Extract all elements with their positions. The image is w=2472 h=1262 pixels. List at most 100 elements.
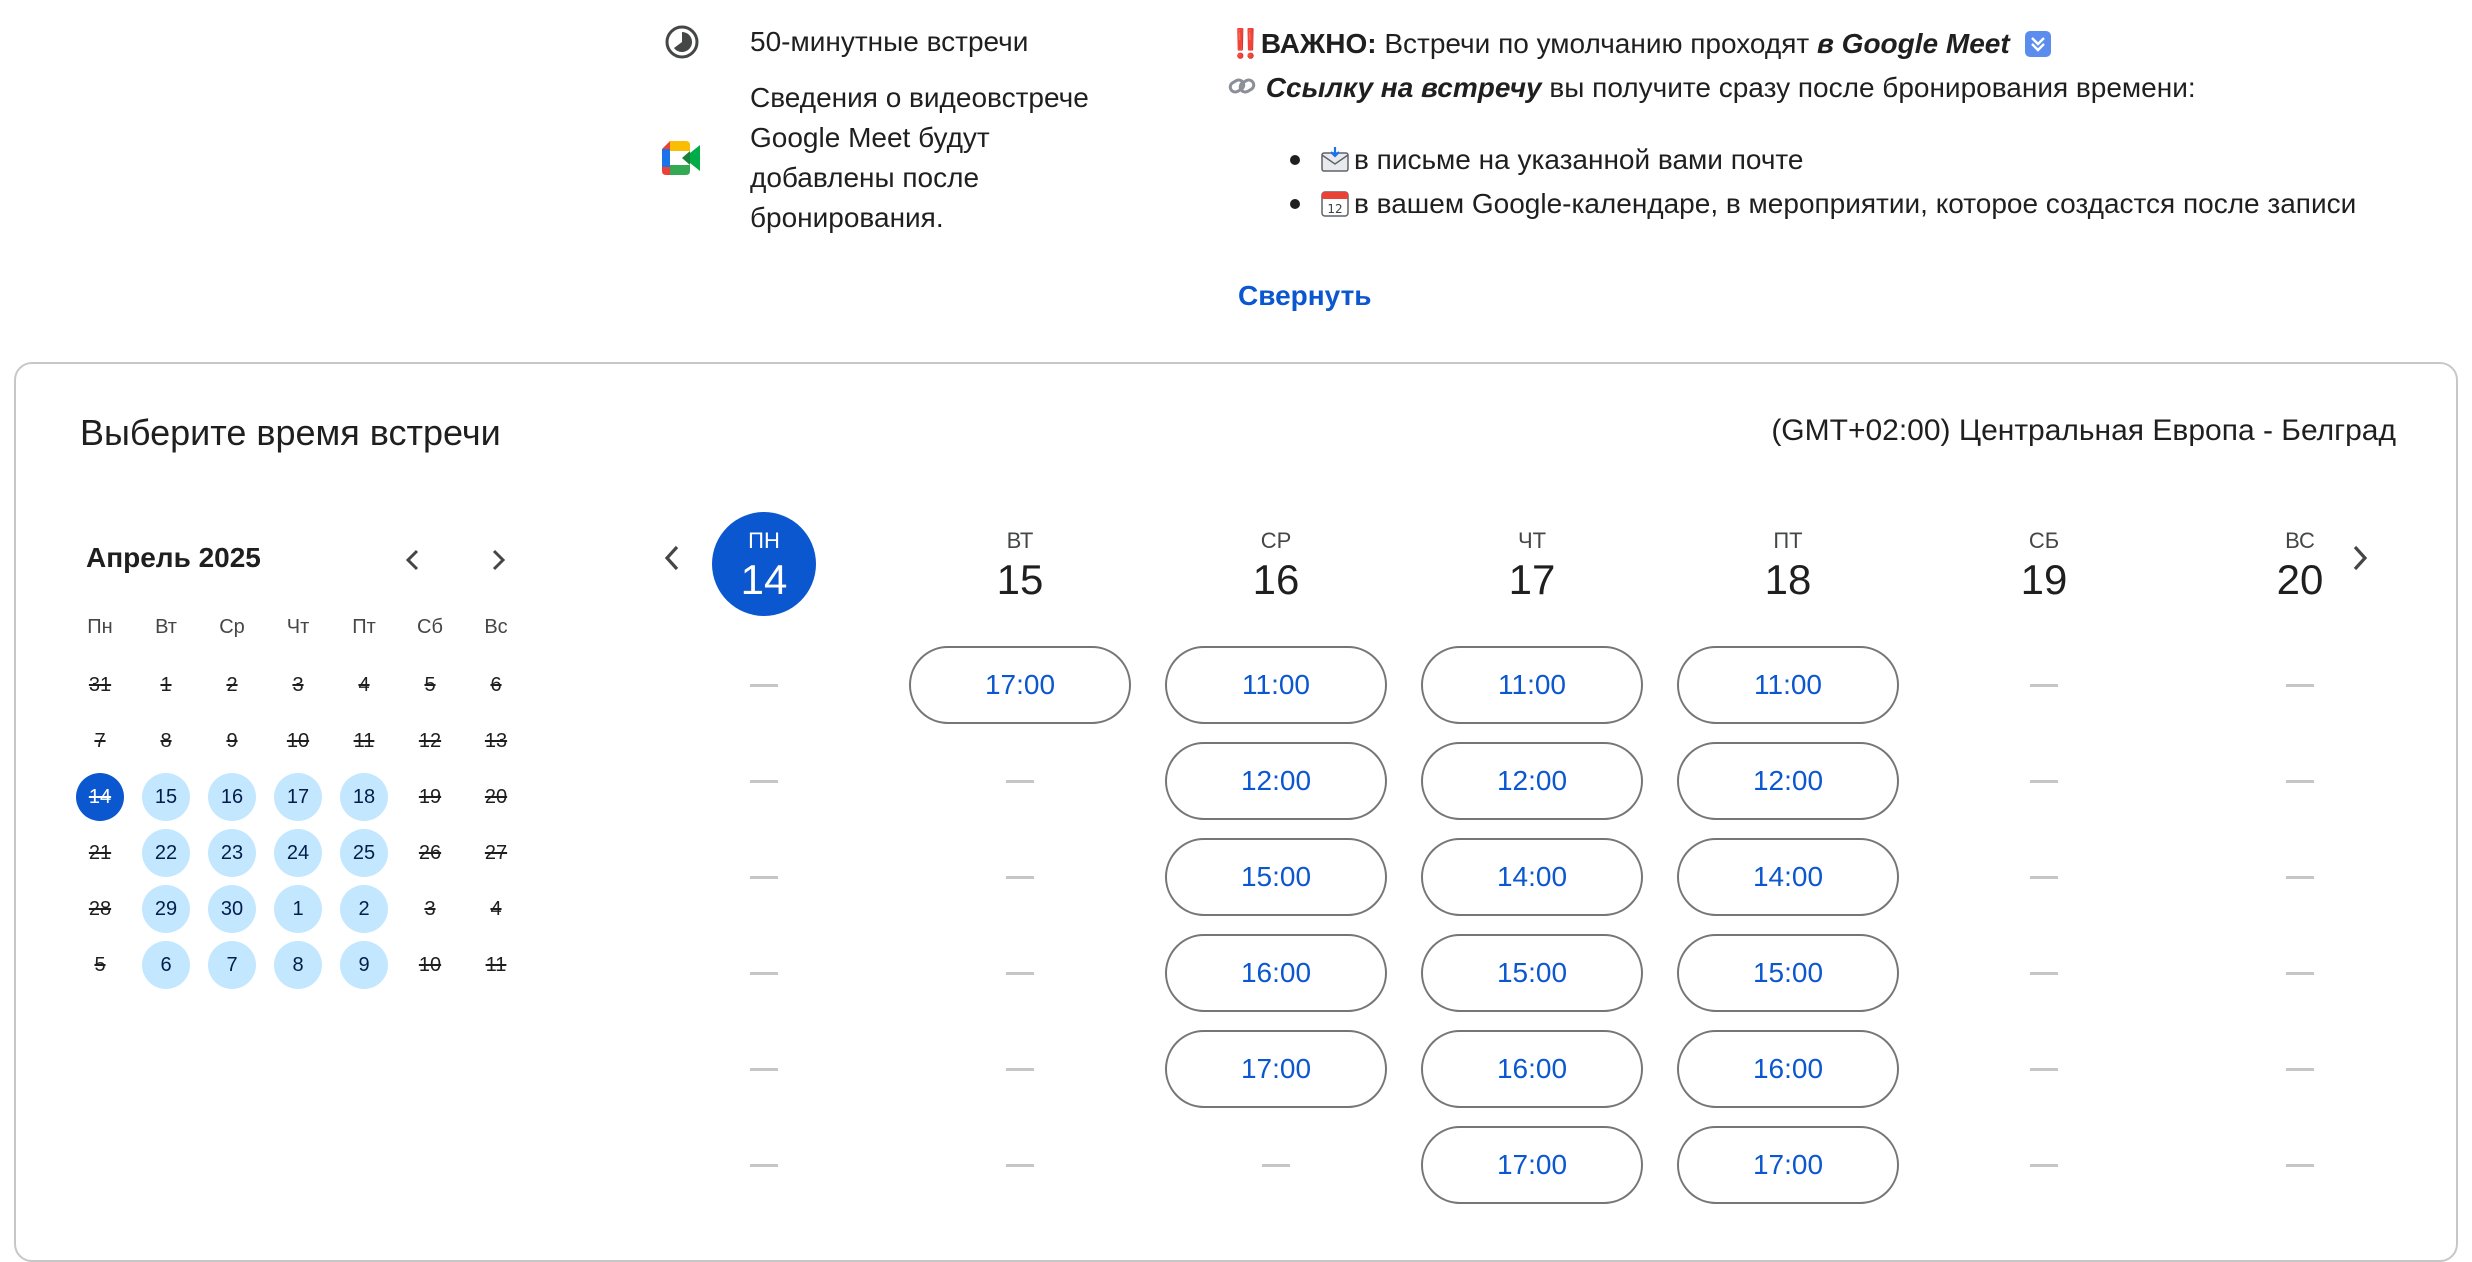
time-slot-button[interactable]: 16:00: [1677, 1030, 1899, 1108]
chevron-left-icon: [664, 545, 679, 571]
time-slot-button[interactable]: 16:00: [1421, 1030, 1643, 1108]
week-prev-button[interactable]: [648, 534, 696, 582]
mini-calendar-day[interactable]: 8: [274, 941, 322, 989]
time-slot-button[interactable]: 12:00: [1421, 742, 1643, 820]
mini-calendar-day[interactable]: 23: [208, 829, 256, 877]
no-slot-dash: [2030, 972, 2058, 975]
mini-calendar-day: 7: [94, 729, 106, 752]
mini-calendar-day: 27: [484, 841, 508, 864]
no-slot-dash: [1006, 780, 1034, 783]
time-slot-button[interactable]: 17:00: [1421, 1126, 1643, 1204]
mini-calendar-day[interactable]: 25: [340, 829, 388, 877]
mini-calendar-next-button[interactable]: [478, 540, 518, 580]
time-slot-button[interactable]: 12:00: [1165, 742, 1387, 820]
week-day-number: 16: [1252, 556, 1300, 603]
bullet-text-email: в письме на указанной вами почте: [1354, 144, 1804, 175]
bullet-text-calendar: в вашем Google-календаре, в мероприятии,…: [1354, 188, 2357, 219]
mini-calendar-weekday: Чт: [286, 616, 310, 638]
mini-calendar-day: 6: [490, 673, 502, 696]
time-slot-button[interactable]: 15:00: [1677, 934, 1899, 1012]
week-day-header[interactable]: СБ 19: [1992, 512, 2096, 616]
mini-calendar-day[interactable]: 24: [274, 829, 322, 877]
time-slot-button[interactable]: 15:00: [1421, 934, 1643, 1012]
mini-calendar-day[interactable]: 1: [274, 885, 322, 933]
mini-calendar-day: 26: [418, 841, 442, 864]
meet-info-line-2: Google Meet будут: [750, 122, 990, 153]
no-slot-dash: [1262, 1164, 1290, 1167]
mini-calendar-day: 1: [160, 673, 172, 696]
no-slot-dash: [2030, 780, 2058, 783]
no-slot-dash: [750, 780, 778, 783]
time-slot-button[interactable]: 12:00: [1677, 742, 1899, 820]
timezone-selector[interactable]: (GMT+02:00) Центральная Европа - Белград: [1771, 414, 2396, 448]
mini-calendar-day[interactable]: 7: [208, 941, 256, 989]
time-slot-button[interactable]: 11:00: [1165, 646, 1387, 724]
mini-calendar-day: 12: [418, 729, 442, 752]
no-slot-dash: [750, 684, 778, 687]
mini-calendar-day: 4: [358, 673, 370, 696]
time-slot-button[interactable]: 11:00: [1421, 646, 1643, 724]
envelope-icon: [1320, 142, 1354, 186]
week-day-header[interactable]: ПТ 18: [1736, 512, 1840, 616]
week-day-name: СБ: [2028, 528, 2060, 553]
mini-calendar-day[interactable]: 22: [142, 829, 190, 877]
mini-calendar-weekday: Пт: [352, 616, 376, 638]
link-text: вы получите сразу после бронирования вре…: [1549, 72, 2196, 103]
booking-title: Выберите время встречи: [80, 412, 501, 453]
no-slot-dash: [2030, 1068, 2058, 1071]
bullet-dot: [1290, 199, 1300, 209]
time-slot-button[interactable]: 14:00: [1677, 838, 1899, 916]
important-line: ‼️ВАЖНО: Встречи по умолчанию проходят в…: [1228, 22, 2052, 66]
down-arrow-button-icon: [2025, 31, 2052, 57]
time-slot-button[interactable]: 17:00: [909, 646, 1131, 724]
time-slot-button[interactable]: 14:00: [1421, 838, 1643, 916]
mini-calendar-day[interactable]: 14: [76, 773, 124, 821]
no-slot-dash: [750, 972, 778, 975]
week-day-header[interactable]: ВС 20: [2248, 512, 2352, 616]
mini-calendar-day[interactable]: 17: [274, 773, 322, 821]
mini-calendar-day[interactable]: 2: [340, 885, 388, 933]
week-day-number: 17: [1508, 556, 1556, 603]
mini-calendar-weekday: Сб: [417, 616, 443, 638]
mini-calendar-prev-button[interactable]: [393, 540, 433, 580]
no-slot-dash: [2286, 1068, 2314, 1071]
mini-calendar-day[interactable]: 30: [208, 885, 256, 933]
collapse-link[interactable]: Свернуть: [1238, 280, 1372, 312]
time-slot-button[interactable]: 17:00: [1165, 1030, 1387, 1108]
week-day-number: 19: [2020, 556, 2068, 603]
time-slot-button[interactable]: 16:00: [1165, 934, 1387, 1012]
week-day-name: ЧТ: [1517, 528, 1547, 553]
no-slot-dash: [1006, 1164, 1034, 1167]
no-slot-dash: [2030, 684, 2058, 687]
time-slot-button[interactable]: 17:00: [1677, 1126, 1899, 1204]
google-meet-icon: [660, 138, 704, 178]
mini-calendar-day[interactable]: 29: [142, 885, 190, 933]
mini-calendar-day[interactable]: 18: [340, 773, 388, 821]
week-day-header[interactable]: ПН 14: [712, 512, 816, 616]
important-text: Встречи по умолчанию проходят: [1384, 28, 1810, 59]
mini-calendar-day[interactable]: 6: [142, 941, 190, 989]
week-day-header[interactable]: СР 16: [1224, 512, 1328, 616]
duration-text: 50-минутные встречи: [750, 26, 1029, 57]
bullet-item-email: в письме на указанной вами почте: [1290, 138, 1804, 186]
time-slot-button[interactable]: 11:00: [1677, 646, 1899, 724]
no-slot-dash: [750, 1164, 778, 1167]
no-slot-dash: [2286, 972, 2314, 975]
mini-calendar-weekday: Пн: [87, 616, 113, 638]
week-day-name: ПН: [748, 528, 780, 553]
mini-calendar-month: Апрель 2025: [86, 542, 261, 573]
week-day-number: 15: [996, 556, 1044, 603]
meet-info-line-1: Сведения о видеовстрече: [750, 82, 1089, 113]
week-day-header[interactable]: ВТ 15: [968, 512, 1072, 616]
mini-calendar-weekday: Вт: [155, 616, 177, 638]
mini-calendar-day: 5: [94, 953, 106, 976]
mini-calendar-day[interactable]: 16: [208, 773, 256, 821]
mini-calendar-day: 3: [292, 673, 304, 696]
mini-calendar-day[interactable]: 15: [142, 773, 190, 821]
mini-calendar-day: 11: [353, 729, 375, 752]
mini-calendar-day: 9: [226, 729, 238, 752]
week-day-header[interactable]: ЧТ 17: [1480, 512, 1584, 616]
mini-calendar-day[interactable]: 9: [340, 941, 388, 989]
week-day-name: ПТ: [1773, 528, 1803, 553]
time-slot-button[interactable]: 15:00: [1165, 838, 1387, 916]
